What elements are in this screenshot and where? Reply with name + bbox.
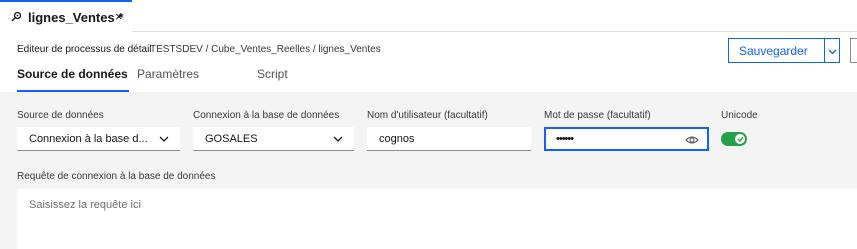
chevron-down-icon — [828, 42, 837, 60]
connection-label: Connexion à la base de données — [193, 110, 340, 121]
query-textarea[interactable]: Saisissez la requête ici — [17, 189, 857, 249]
tab-source-de-donnees[interactable]: Source de données — [17, 65, 129, 92]
password-value: •••••• — [556, 133, 574, 145]
editor-header: Editeur de processus de détail TESTSDEV … — [0, 32, 857, 92]
secondary-action-button[interactable] — [850, 38, 857, 63]
document-tab-title: lignes_Ventes * — [28, 9, 124, 25]
save-button[interactable]: Sauvegarder — [728, 38, 825, 63]
source-select[interactable]: Connexion à la base d... — [17, 127, 180, 151]
connection-select[interactable]: GOSALES — [193, 127, 354, 151]
document-tab-bar: lignes_Ventes * × — [0, 0, 857, 32]
unicode-toggle[interactable] — [721, 132, 747, 146]
query-label: Requête de connexion à la base de donnée… — [17, 171, 216, 182]
save-options-button[interactable] — [825, 38, 840, 63]
tab-parametres[interactable]: Paramètres — [137, 65, 217, 92]
unicode-label: Unicode — [721, 110, 758, 121]
chevron-down-icon — [333, 134, 343, 144]
document-tab[interactable]: lignes_Ventes * × — [0, 0, 132, 32]
data-source-panel: Source de données Connexion à la base d.… — [0, 92, 857, 249]
process-icon — [10, 11, 22, 23]
close-icon[interactable]: × — [115, 9, 123, 24]
source-value: Connexion à la base d... — [29, 132, 148, 145]
chevron-down-icon — [159, 134, 169, 144]
password-input[interactable]: •••••• — [544, 127, 709, 151]
breadcrumb: TESTSDEV / Cube_Ventes_Reelles / lignes_… — [150, 44, 381, 55]
editor-label: Editeur de processus de détail — [17, 44, 152, 55]
tab-script[interactable]: Script — [257, 65, 317, 92]
username-value: cognos — [379, 132, 415, 145]
query-placeholder: Saisissez la requête ici — [29, 199, 141, 211]
username-input[interactable]: cognos — [367, 127, 531, 151]
checkmark-icon — [735, 134, 745, 144]
source-label: Source de données — [17, 110, 104, 121]
password-label: Mot de passe (facultatif) — [544, 110, 651, 121]
username-label: Nom d'utilisateur (facultatif) — [367, 110, 488, 121]
connection-value: GOSALES — [205, 132, 258, 145]
eye-icon[interactable] — [685, 134, 699, 146]
